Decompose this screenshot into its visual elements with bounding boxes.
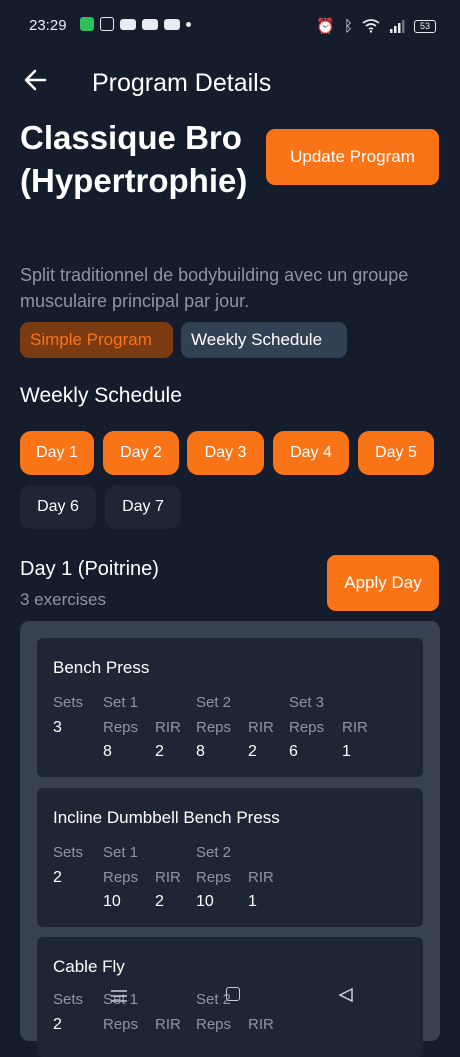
reps-value: 10 xyxy=(103,893,121,910)
back-button[interactable] xyxy=(20,64,52,96)
exercise-name: Cable Fly xyxy=(53,957,125,976)
reps-label: Reps xyxy=(289,719,325,736)
day-6-button[interactable]: Day 6 xyxy=(20,485,96,529)
signal-icon xyxy=(390,19,405,33)
wifi-icon xyxy=(362,19,380,33)
youtube-icon xyxy=(164,18,180,30)
home-icon[interactable] xyxy=(226,987,240,1001)
rir-value: 2 xyxy=(155,893,164,910)
app-notification-icon xyxy=(80,17,94,31)
set-label: Set 2 xyxy=(196,694,232,711)
status-time: 23:29 xyxy=(29,17,67,34)
status-bar: 23:29 ⏰ ᛒ 53 xyxy=(0,0,460,50)
rir-label: RIR xyxy=(155,869,181,886)
exercise-count: 3 exercises xyxy=(20,590,106,609)
rir-value: 1 xyxy=(342,743,351,760)
reps-label: Reps xyxy=(196,869,232,886)
system-nav-bar xyxy=(0,984,460,1024)
update-program-button[interactable]: Update Program xyxy=(266,129,439,185)
day-3-button[interactable]: Day 3 xyxy=(187,431,264,475)
tag-weekly-schedule: Weekly Schedule xyxy=(181,322,347,358)
exercise-list: Bench Press Sets 3 Set 1 Reps RIR 8 2 Se… xyxy=(20,621,440,1057)
apply-day-button[interactable]: Apply Day xyxy=(327,555,439,611)
day-1-button[interactable]: Day 1 xyxy=(20,431,94,475)
day-7-button[interactable]: Day 7 xyxy=(105,485,181,529)
alarm-icon: ⏰ xyxy=(316,18,335,35)
battery-level: 53 xyxy=(419,20,430,31)
rir-value: 1 xyxy=(248,893,257,910)
instagram-icon xyxy=(100,17,114,31)
bluetooth-icon: ᛒ xyxy=(343,17,353,35)
day-5-button[interactable]: Day 5 xyxy=(358,431,434,475)
reps-label: Reps xyxy=(196,719,232,736)
reps-label: Reps xyxy=(103,719,139,736)
set-label: Set 3 xyxy=(289,694,325,711)
day-4-button[interactable]: Day 4 xyxy=(273,431,349,475)
program-name: Classique Bro (Hypertrophie) xyxy=(20,119,248,199)
weekly-schedule-title: Weekly Schedule xyxy=(20,384,182,407)
reps-value: 8 xyxy=(196,743,205,760)
rir-label: RIR xyxy=(342,719,368,736)
sets-label: Sets xyxy=(53,694,84,711)
sets-value: 3 xyxy=(53,719,62,736)
set-label: Set 1 xyxy=(103,844,139,861)
exercise-card[interactable]: Incline Dumbbell Bench Press Sets 2 Set … xyxy=(37,788,423,927)
rir-value: 2 xyxy=(155,743,164,760)
more-dot-icon xyxy=(186,21,191,27)
tag-simple-program: Simple Program xyxy=(20,322,173,358)
rir-value: 2 xyxy=(248,743,257,760)
day-2-button[interactable]: Day 2 xyxy=(103,431,179,475)
notification-icons xyxy=(80,17,191,31)
top-app-bar: Program Details xyxy=(0,56,460,108)
reps-label: Reps xyxy=(103,869,139,886)
rir-label: RIR xyxy=(248,869,274,886)
menu-icon[interactable] xyxy=(110,989,128,1003)
set-label: Set 1 xyxy=(103,694,139,711)
page-title: Program Details xyxy=(92,69,272,97)
battery-icon: 53 xyxy=(414,19,436,33)
youtube-icon xyxy=(142,18,158,30)
sets-value: 2 xyxy=(53,869,62,886)
selected-day-title: Day 1 (Poitrine) xyxy=(20,558,159,580)
exercise-name: Bench Press xyxy=(53,658,150,677)
reps-value: 10 xyxy=(196,893,214,910)
rir-label: RIR xyxy=(248,719,274,736)
program-description: Split traditionnel de bodybuilding avec … xyxy=(20,265,409,311)
exercise-name: Incline Dumbbell Bench Press xyxy=(53,808,280,827)
exercise-card[interactable]: Bench Press Sets 3 Set 1 Reps RIR 8 2 Se… xyxy=(37,638,423,777)
set-label: Set 2 xyxy=(196,844,232,861)
rir-label: RIR xyxy=(155,719,181,736)
system-icons: ⏰ ᛒ 53 xyxy=(316,17,436,35)
arrow-left-icon xyxy=(24,69,47,91)
reps-value: 6 xyxy=(289,743,298,760)
reps-value: 8 xyxy=(103,743,112,760)
youtube-icon xyxy=(120,18,136,30)
triangle-back-icon[interactable] xyxy=(338,987,354,1003)
sets-label: Sets xyxy=(53,844,84,861)
